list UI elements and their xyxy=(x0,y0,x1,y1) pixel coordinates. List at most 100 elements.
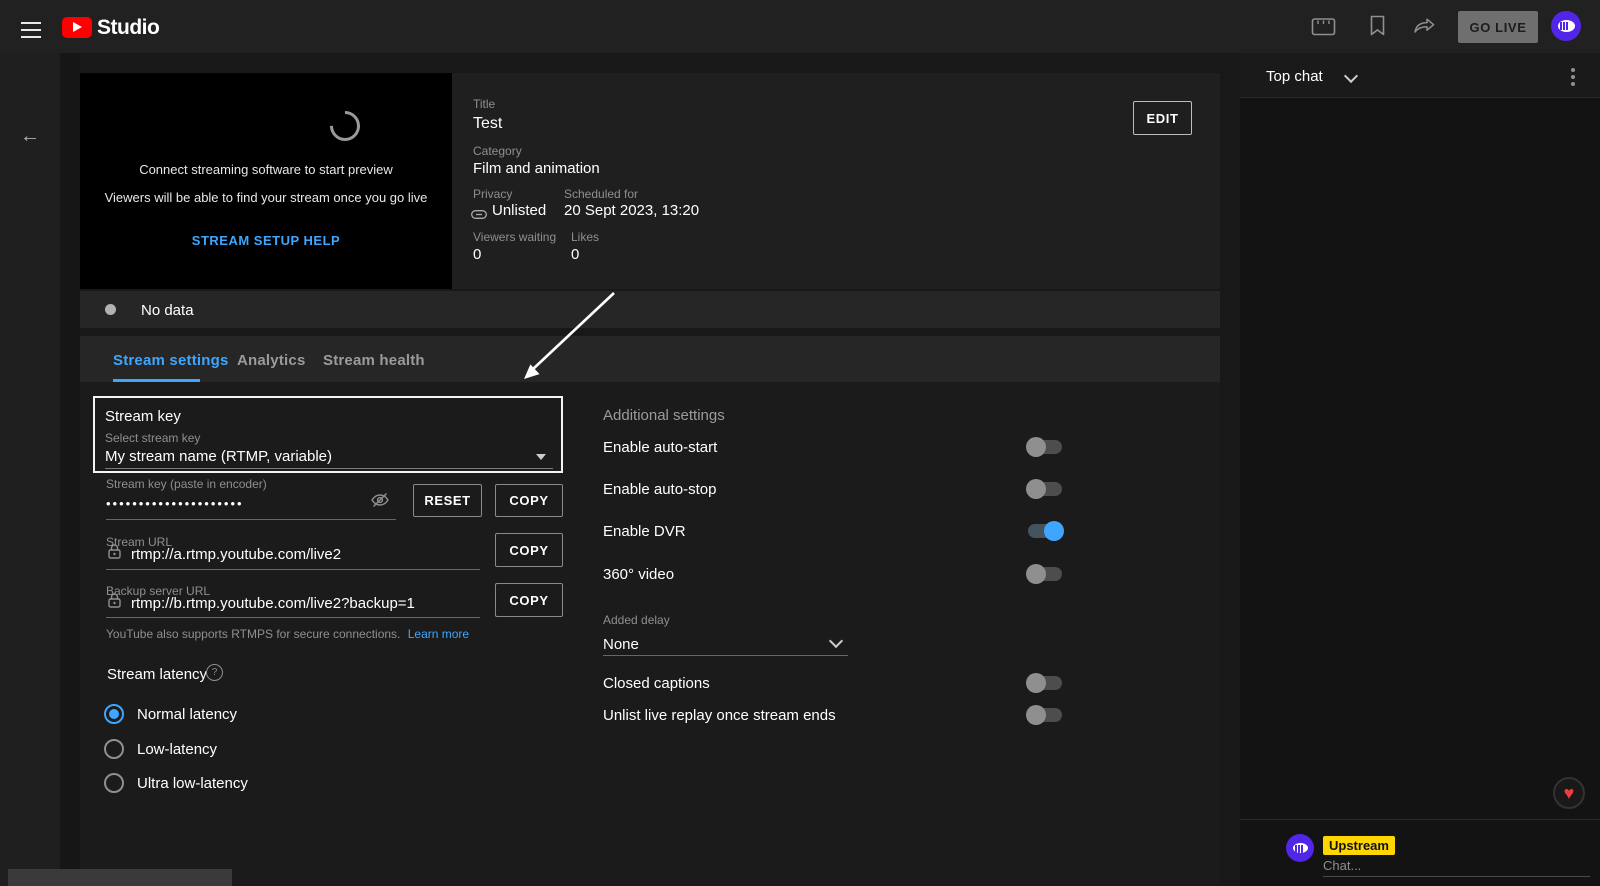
back-icon[interactable]: ← xyxy=(20,125,40,148)
toggle-360-video[interactable] xyxy=(1028,567,1062,581)
left-rail: ← xyxy=(0,53,60,886)
stream-key-masked-value: ••••••••••••••••••••• xyxy=(106,496,244,511)
copy-backup-url-button[interactable]: COPY xyxy=(495,583,563,617)
added-delay-label: Added delay xyxy=(603,614,670,627)
go-live-button[interactable]: GO LIVE xyxy=(1458,11,1538,43)
reset-button[interactable]: RESET xyxy=(413,484,482,517)
chat-user-avatar xyxy=(1286,834,1314,862)
toggle-unlist-replay[interactable] xyxy=(1028,708,1062,722)
backup-url-value: rtmp://b.rtmp.youtube.com/live2?backup=1 xyxy=(131,596,415,613)
learn-more-link[interactable]: Learn more xyxy=(408,627,469,641)
chat-input-divider xyxy=(1240,819,1600,820)
link-icon xyxy=(471,206,487,224)
backup-url-underline xyxy=(106,617,480,618)
no-data-dot-icon xyxy=(105,304,116,315)
toggle-auto-start[interactable] xyxy=(1028,440,1062,454)
stream-url-value: rtmp://a.rtmp.youtube.com/live2 xyxy=(131,547,341,564)
bookmark-icon[interactable] xyxy=(1369,15,1386,42)
video-editor-icon[interactable] xyxy=(1311,16,1336,43)
tab-analytics[interactable]: Analytics xyxy=(237,353,306,370)
no-data-text: No data xyxy=(141,303,194,320)
copy-stream-key-button[interactable]: COPY xyxy=(495,484,563,517)
stream-key-heading: Stream key xyxy=(105,409,181,426)
stream-key-underline xyxy=(106,519,396,520)
category-label: Category xyxy=(473,145,522,158)
stream-status-bar: No data xyxy=(80,291,1220,328)
stream-url-underline xyxy=(106,569,480,570)
chat-author-badge: Upstream xyxy=(1323,836,1395,855)
spinner-icon xyxy=(324,105,366,147)
select-stream-key-label: Select stream key xyxy=(105,432,200,445)
lock-icon xyxy=(107,543,122,565)
preview-viewers-text: Viewers will be able to find your stream… xyxy=(80,190,452,205)
stream-latency-heading: Stream latency xyxy=(107,667,207,684)
chat-heart-button[interactable]: ♥ xyxy=(1553,777,1585,809)
category-value: Film and animation xyxy=(473,161,600,178)
copy-stream-url-button[interactable]: COPY xyxy=(495,533,563,567)
tab-stream-health[interactable]: Stream health xyxy=(323,353,425,370)
tab-stream-settings[interactable]: Stream settings xyxy=(113,353,229,370)
toggle-auto-stop-label: Enable auto-stop xyxy=(603,482,716,499)
likes-value: 0 xyxy=(571,247,579,264)
radio-low-latency[interactable] xyxy=(104,739,124,759)
scheduled-label: Scheduled for xyxy=(564,188,638,201)
viewers-waiting-value: 0 xyxy=(473,247,481,264)
toggle-enable-dvr-label: Enable DVR xyxy=(603,524,686,541)
lock-icon xyxy=(107,592,122,614)
radio-normal-latency-label: Normal latency xyxy=(137,707,237,724)
settings-tab-bar: Stream settings Analytics Stream health xyxy=(80,336,1220,382)
viewers-waiting-label: Viewers waiting xyxy=(473,231,556,244)
rail-shadow-strip xyxy=(60,53,80,886)
toggle-enable-dvr[interactable] xyxy=(1028,524,1062,538)
stream-preview-panel: Connect streaming software to start prev… xyxy=(80,73,452,289)
privacy-label: Privacy xyxy=(473,188,512,201)
menu-icon[interactable] xyxy=(21,17,41,43)
help-icon[interactable]: ? xyxy=(206,664,223,681)
channel-eye-icon xyxy=(1293,843,1308,853)
radio-low-latency-label: Low-latency xyxy=(137,742,217,759)
edit-button[interactable]: EDIT xyxy=(1133,101,1192,135)
radio-ultra-low-latency-label: Ultra low-latency xyxy=(137,776,248,793)
kebab-menu-icon[interactable] xyxy=(1571,65,1575,89)
added-delay-underline xyxy=(603,655,848,656)
status-bar xyxy=(8,869,232,886)
toggle-unlist-replay-label: Unlist live replay once stream ends xyxy=(603,708,836,725)
heart-icon: ♥ xyxy=(1564,784,1575,802)
top-bar: Studio GO LIVE xyxy=(0,0,1600,53)
chat-header: Top chat xyxy=(1240,53,1600,98)
share-icon[interactable] xyxy=(1413,15,1436,40)
account-avatar[interactable] xyxy=(1551,11,1581,41)
scheduled-value: 20 Sept 2023, 13:20 xyxy=(564,203,699,220)
toggle-auto-stop[interactable] xyxy=(1028,482,1062,496)
rtmps-note: YouTube also supports RTMPS for secure c… xyxy=(106,627,469,641)
stream-key-field-label: Stream key (paste in encoder) xyxy=(106,478,267,491)
likes-label: Likes xyxy=(571,231,599,244)
stream-key-card: Stream key Select stream key My stream n… xyxy=(93,396,563,473)
stream-key-select[interactable]: My stream name (RTMP, variable) xyxy=(105,449,332,466)
channel-eye-icon xyxy=(1558,20,1575,32)
stream-title: Test xyxy=(473,115,502,133)
chat-input[interactable]: Chat... xyxy=(1323,858,1361,873)
select-underline xyxy=(105,468,553,469)
youtube-play-icon xyxy=(62,17,92,38)
caret-down-icon[interactable] xyxy=(536,454,546,460)
eye-off-icon[interactable] xyxy=(370,492,390,513)
toggle-auto-start-label: Enable auto-start xyxy=(603,440,717,457)
toggle-360-video-label: 360° video xyxy=(603,567,674,584)
additional-settings-heading: Additional settings xyxy=(603,408,725,425)
stream-setup-help-link[interactable]: STREAM SETUP HELP xyxy=(80,233,452,248)
title-label: Title xyxy=(473,98,495,111)
top-chat-dropdown[interactable]: Top chat xyxy=(1266,69,1323,86)
preview-connect-text: Connect streaming software to start prev… xyxy=(80,162,452,177)
chevron-down-icon[interactable] xyxy=(1344,69,1358,83)
added-delay-select[interactable]: None xyxy=(603,637,639,654)
live-chat-sidebar: Top chat ♥ Upstream Chat... xyxy=(1240,53,1600,886)
brand-title: Studio xyxy=(97,16,159,40)
toggle-closed-captions-label: Closed captions xyxy=(603,676,710,693)
radio-normal-latency[interactable] xyxy=(104,704,124,724)
radio-ultra-low-latency[interactable] xyxy=(104,773,124,793)
youtube-studio-livestream-page: Studio GO LIVE ← xyxy=(0,0,1600,886)
privacy-value: Unlisted xyxy=(492,203,546,220)
chat-input-underline xyxy=(1323,876,1590,877)
toggle-closed-captions[interactable] xyxy=(1028,676,1062,690)
